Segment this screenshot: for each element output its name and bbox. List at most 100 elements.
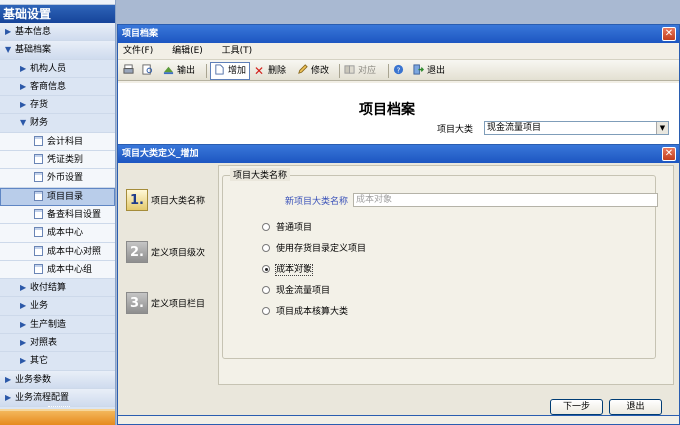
left-navigation-panel: 基础设置 ▶ 基本信息 ▼ 基础档案 ▶ 机构人员 ▶ 客商信息 ▶ 存货 ▼ 财务 会计科… [0, 0, 116, 425]
help-button[interactable]: ? [393, 63, 407, 79]
dialog-titlebar[interactable]: 项目大类定义_增加 ✕ [118, 145, 679, 163]
chevron-right-icon: ▶ [5, 374, 12, 384]
nav-item-cost-center-mapping[interactable]: 成本中心对照 [0, 242, 115, 261]
dialog-exit-button[interactable]: 退出 [609, 399, 662, 415]
delete-x-icon: ✕ [254, 64, 265, 78]
new-document-icon [215, 64, 224, 75]
nav-item-manufacturing[interactable]: ▶ 生产制造 [0, 315, 115, 335]
chevron-right-icon: ▶ [20, 63, 27, 73]
exit-icon [413, 64, 424, 75]
category-definition-dialog: 项目大类定义_增加 ✕ 1. 项目大类名称 2. 定义项目级次 3. 定义项目栏目 项… [117, 144, 680, 416]
exit-button[interactable]: 退出 [413, 63, 445, 79]
pencil-icon [298, 64, 308, 74]
nav-item-cost-center-group[interactable]: 成本中心组 [0, 260, 115, 280]
nav-item-workflow-config[interactable]: ▶ 业务流程配置 [0, 388, 115, 408]
dropdown-arrow-icon[interactable]: ▼ [656, 122, 668, 134]
add-button[interactable]: 增加 [210, 62, 251, 80]
category-select[interactable]: 现金流量项目 ▼ [484, 121, 669, 135]
nav-item-basic-info[interactable]: ▶ 基本信息 [0, 23, 115, 42]
archive-window-titlebar[interactable]: 项目档案 ✕ [118, 25, 679, 43]
menu-file[interactable]: 文件(F) [123, 46, 153, 56]
nav-item-memo-subject-settings[interactable]: 备查科目设置 [0, 205, 115, 225]
category-label: 项目大类 [437, 125, 474, 135]
archive-window-title: 项目档案 [122, 29, 159, 39]
option-cost-object[interactable]: 成本对象 [262, 262, 314, 276]
radio-icon[interactable] [262, 286, 270, 294]
nav-bottom-bar[interactable] [0, 406, 115, 425]
output-icon [163, 66, 174, 75]
document-icon [34, 263, 43, 274]
chevron-right-icon: ▶ [20, 338, 27, 348]
preview-button[interactable] [142, 63, 156, 79]
chevron-right-icon: ▶ [20, 81, 27, 91]
chevron-right-icon: ▶ [20, 319, 27, 329]
nav-item-mapping-table[interactable]: ▶ 对照表 [0, 334, 115, 353]
nav-item-finance[interactable]: ▼ 财务 [0, 114, 115, 133]
archive-heading: 项目档案 [359, 102, 415, 118]
option-cash-flow-project[interactable]: 现金流量项目 [262, 283, 330, 296]
wizard-step-1: 1. 项目大类名称 [126, 189, 205, 211]
nav-item-customer-supplier[interactable]: ▶ 客商信息 [0, 77, 115, 97]
output-button[interactable]: 输出 [163, 63, 195, 79]
step-number-badge: 2. [126, 241, 148, 263]
nav-item-payment-settlement[interactable]: ▶ 收付结算 [0, 279, 115, 298]
nav-item-org-personnel[interactable]: ▶ 机构人员 [0, 59, 115, 78]
compare-icon [344, 65, 355, 74]
new-category-name-input[interactable]: 成本对象 [353, 193, 658, 207]
document-icon [34, 172, 43, 183]
option-inventory-catalog-project[interactable]: 使用存货目录定义项目 [262, 241, 366, 254]
radio-selected-icon[interactable] [262, 265, 270, 273]
option-general-project[interactable]: 普通项目 [262, 220, 312, 233]
printer-icon [123, 64, 134, 74]
chevron-right-icon: ▶ [20, 301, 27, 311]
radio-icon[interactable] [262, 244, 270, 252]
preview-icon [142, 64, 153, 75]
option-project-cost-category[interactable]: 项目成本核算大类 [262, 304, 348, 317]
nav-item-accounting-subjects[interactable]: 会计科目 [0, 132, 115, 152]
nav-item-voucher-types[interactable]: 凭证类别 [0, 151, 115, 170]
archive-toolbar: 输出 增加 ✕ 删除 修改 对应 ? 退出 [118, 59, 679, 81]
nav-item-business-params[interactable]: ▶ 业务参数 [0, 370, 115, 389]
menu-edit[interactable]: 编辑(E) [172, 46, 203, 56]
chevron-right-icon: ▶ [20, 283, 27, 293]
resize-grip-icon[interactable] [48, 406, 70, 409]
nav-item-inventory[interactable]: ▶ 存货 [0, 96, 115, 115]
chevron-down-icon: ▼ [20, 118, 27, 128]
nav-item-business[interactable]: ▶ 业务 [0, 297, 115, 316]
close-icon: ✕ [664, 148, 674, 159]
nav-item-project-catalog[interactable]: 项目目录 [0, 187, 115, 206]
wizard-step-3: 3. 定义项目栏目 [126, 292, 205, 314]
toolbar-separator [388, 64, 389, 78]
modify-button[interactable]: 修改 [297, 63, 329, 79]
help-icon: ? [393, 64, 404, 74]
nav-item-cost-center[interactable]: 成本中心 [0, 224, 115, 243]
radio-icon[interactable] [262, 223, 270, 231]
close-icon: ✕ [664, 28, 674, 39]
radio-icon[interactable] [262, 307, 270, 315]
dialog-title: 项目大类定义_增加 [122, 149, 199, 159]
print-button[interactable] [123, 63, 137, 79]
delete-button[interactable]: ✕ 删除 [254, 63, 286, 79]
document-icon [34, 135, 43, 146]
menu-tools[interactable]: 工具(T) [222, 46, 253, 56]
nav-item-other[interactable]: ▶ 其它 [0, 352, 115, 371]
step-number-badge: 3. [126, 292, 148, 314]
document-icon [34, 190, 43, 201]
step-label: 项目大类名称 [151, 196, 206, 207]
archive-menubar: 文件(F) 编辑(E) 工具(T) [118, 43, 679, 59]
archive-window-close-button[interactable]: ✕ [662, 27, 676, 41]
nav-item-currency-settings[interactable]: 外币设置 [0, 169, 115, 188]
toolbar-separator [206, 64, 207, 78]
next-button[interactable]: 下一步 [550, 399, 603, 415]
new-category-name-label: 新项目大类名称 [285, 197, 349, 207]
group-title: 项目大类名称 [230, 168, 291, 181]
svg-text:?: ? [397, 65, 401, 74]
nav-item-basic-archive[interactable]: ▼ 基础档案 [0, 41, 115, 60]
document-icon [34, 208, 43, 219]
dialog-close-button[interactable]: ✕ [662, 147, 676, 161]
chevron-right-icon: ▶ [5, 27, 12, 36]
step-number-badge: 1. [126, 189, 148, 211]
document-icon [34, 245, 43, 256]
compare-button[interactable]: 对应 [344, 63, 376, 79]
wizard-step-2: 2. 定义项目级次 [126, 241, 205, 263]
